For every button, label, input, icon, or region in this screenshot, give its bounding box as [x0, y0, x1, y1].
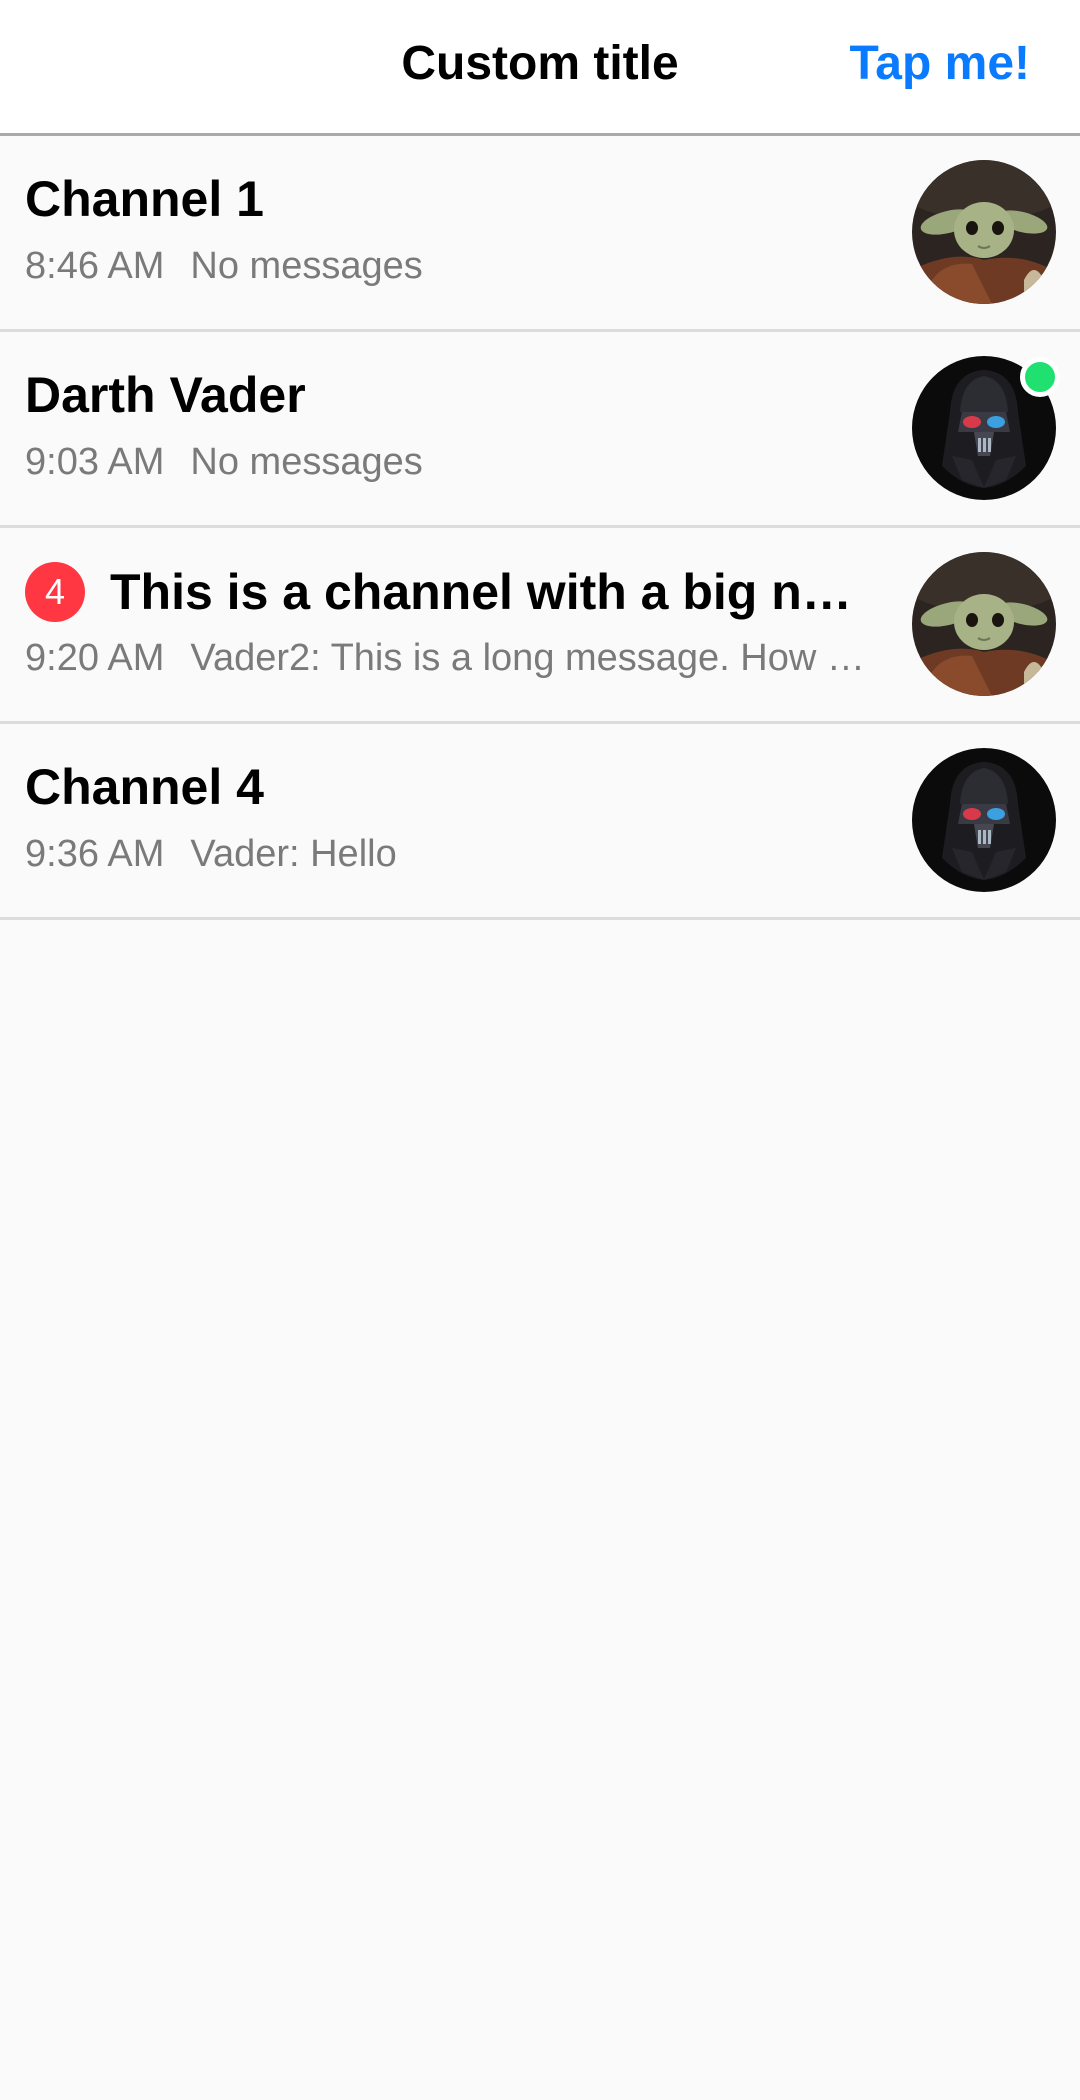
- channel-name: Channel 1: [25, 170, 865, 228]
- channel-preview: No messages: [190, 245, 423, 287]
- unread-count-badge: 4: [25, 562, 85, 622]
- channel-preview: No messages: [190, 441, 423, 483]
- channel-row-2[interactable]: Darth Vader 9:03 AM No messages: [0, 332, 1080, 528]
- channel-row-4[interactable]: Channel 4 9:36 AM Vader: Hello: [0, 724, 1080, 920]
- channel-subtitle: 8:46 AM No messages: [25, 245, 870, 288]
- online-status-indicator: [1020, 357, 1060, 397]
- tap-me-button[interactable]: Tap me!: [850, 36, 1030, 91]
- channel-time: 9:03 AM: [25, 441, 165, 483]
- navigation-bar: Custom title Tap me!: [0, 0, 1080, 136]
- baby-yoda-avatar: [912, 552, 1056, 696]
- channel-time: 9:20 AM: [25, 637, 165, 679]
- channel-time: 8:46 AM: [25, 245, 165, 287]
- channel-name: 4 This is a channel with a big name. Rea…: [25, 562, 865, 622]
- channel-name-text: Channel 4: [25, 759, 264, 815]
- darth-vader-avatar: [912, 748, 1056, 892]
- channel-name: Darth Vader: [25, 366, 865, 424]
- channel-name-text: This is a channel with a big name. Reall…: [110, 564, 865, 620]
- baby-yoda-icon: [912, 160, 1056, 304]
- channel-name: Channel 4: [25, 758, 865, 816]
- channel-preview: Vader2: This is a long message. How long…: [190, 637, 870, 679]
- channel-name-text: Darth Vader: [25, 367, 306, 423]
- channel-preview: Vader: Hello: [190, 833, 397, 875]
- channel-name-text: Channel 1: [25, 171, 264, 227]
- channel-row-3[interactable]: 4 This is a channel with a big name. Rea…: [0, 528, 1080, 724]
- channel-subtitle: 9:20 AM Vader2: This is a long message. H…: [25, 637, 870, 680]
- channel-subtitle: 9:03 AM No messages: [25, 441, 870, 484]
- channel-row-1[interactable]: Channel 1 8:46 AM No messages: [0, 136, 1080, 332]
- channel-list: Channel 1 8:46 AM No messages Darth Vade…: [0, 136, 1080, 920]
- channel-subtitle: 9:36 AM Vader: Hello: [25, 833, 870, 876]
- baby-yoda-avatar: [912, 160, 1056, 304]
- darth-vader-icon: [912, 748, 1056, 892]
- baby-yoda-icon: [912, 552, 1056, 696]
- channel-time: 9:36 AM: [25, 833, 165, 875]
